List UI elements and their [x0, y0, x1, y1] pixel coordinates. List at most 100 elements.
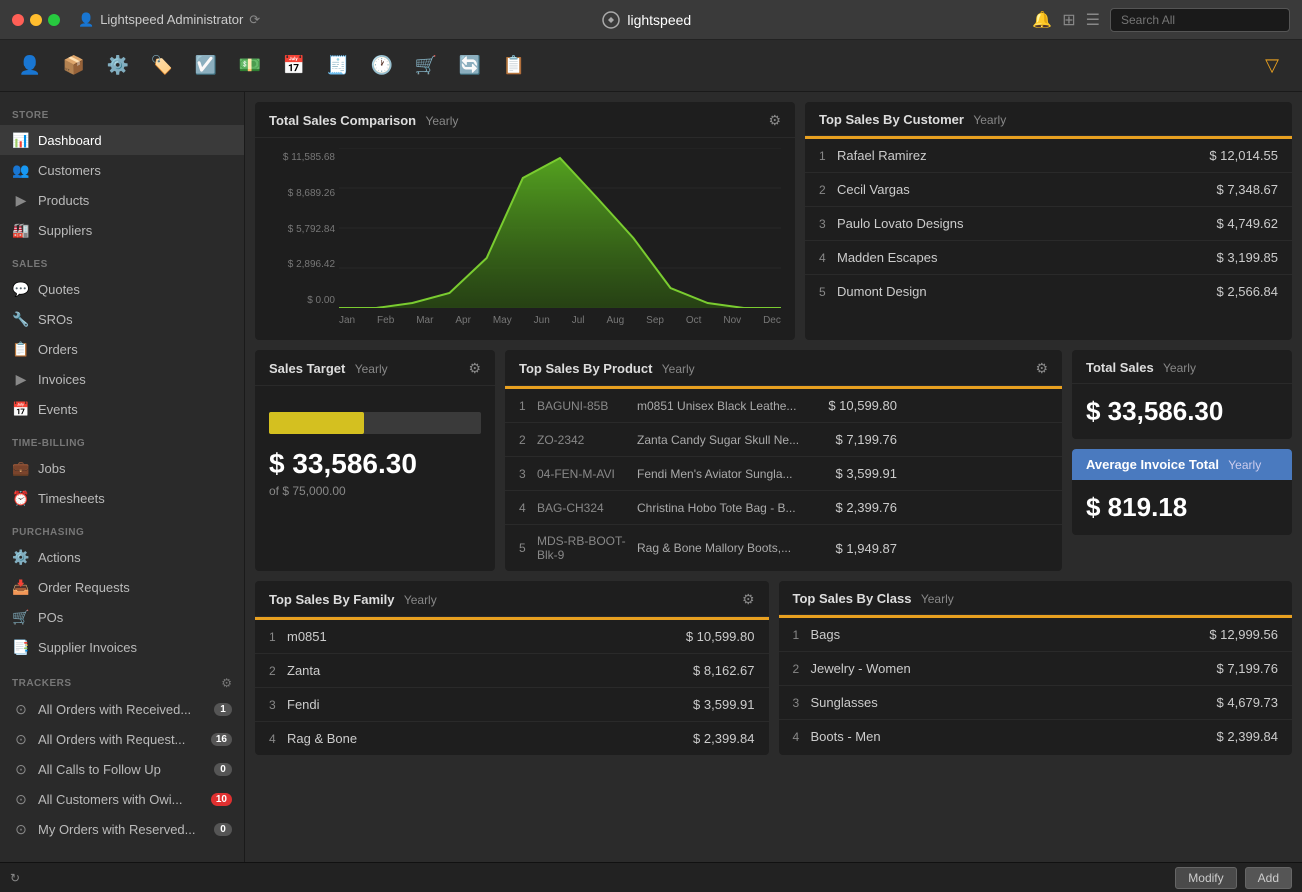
purchasing-section: PURCHASING ⚙️ Actions 📥 Order Requests 🛒…: [0, 519, 244, 662]
f-rank-4: 4: [269, 732, 287, 746]
sidebar-item-invoices[interactable]: ▶ Invoices: [0, 364, 244, 394]
titlebar-user: 👤 Lightspeed Administrator ⟳: [78, 12, 260, 28]
customer-value-2: $ 7,348.67: [1198, 182, 1278, 197]
p-sku-1: BAGUNI-85B: [537, 399, 637, 413]
sidebar-item-actions[interactable]: ⚙️ Actions: [0, 542, 244, 572]
sidebar-item-products[interactable]: ▶ Products: [0, 185, 244, 215]
tracker-circle-icon-3: ⊙: [12, 760, 30, 778]
toolbar-dollar-icon[interactable]: 💵: [230, 46, 270, 86]
top-sales-product-title-group: Top Sales By Product Yearly: [519, 361, 695, 376]
table-row: 3 04-FEN-M-AVI Fendi Men's Aviator Sungl…: [505, 457, 1062, 491]
progress-container: [269, 412, 481, 434]
p-sku-3: 04-FEN-M-AVI: [537, 467, 637, 481]
trackers-gear-icon[interactable]: ⚙: [221, 676, 232, 690]
toolbar-doc-icon[interactable]: 📋: [494, 46, 534, 86]
top-sales-family-period: Yearly: [404, 593, 437, 607]
user-refresh-icon[interactable]: ⟳: [249, 12, 260, 28]
toolbar-calendar-icon[interactable]: 📅: [274, 46, 314, 86]
customer-value-3: $ 4,749.62: [1198, 216, 1278, 231]
sidebar-item-events[interactable]: 📅 Events: [0, 394, 244, 424]
sidebar-label-dashboard: Dashboard: [38, 133, 232, 148]
tracker-circle-icon-5: ⊙: [12, 820, 30, 838]
sales-target-period: Yearly: [355, 362, 388, 376]
sidebar-label-events: Events: [38, 402, 232, 417]
sidebar-item-pos[interactable]: 🛒 POs: [0, 602, 244, 632]
toolbar-filter-icon[interactable]: ▽: [1252, 46, 1292, 86]
close-button[interactable]: [12, 14, 24, 26]
sidebar-item-all-orders-request[interactable]: ⊙ All Orders with Request... 16: [0, 724, 244, 754]
minimize-button[interactable]: [30, 14, 42, 26]
sidebar-item-all-orders-received[interactable]: ⊙ All Orders with Received... 1: [0, 694, 244, 724]
p-rank-2: 2: [519, 433, 537, 447]
f-rank-3: 3: [269, 698, 287, 712]
toolbar-person-icon[interactable]: 👤: [10, 46, 50, 86]
add-button[interactable]: Add: [1245, 867, 1292, 889]
sidebar-item-sros[interactable]: 🔧 SROs: [0, 304, 244, 334]
x-label-jan: Jan: [339, 315, 355, 326]
sidebar-item-order-requests[interactable]: 📥 Order Requests: [0, 572, 244, 602]
toolbar-receipt-icon[interactable]: 🧾: [318, 46, 358, 86]
sidebar-item-customers[interactable]: 👥 Customers: [0, 155, 244, 185]
f-name-1: m0851: [287, 629, 686, 644]
p-desc-3: Fendi Men's Aviator Sungla...: [637, 467, 817, 481]
scroll-refresh-icon[interactable]: ↻: [10, 871, 20, 885]
bell-icon[interactable]: 🔔: [1032, 10, 1052, 30]
sidebar-label-products: Products: [38, 193, 232, 208]
x-label-may: May: [493, 315, 512, 326]
top-sales-family-title-group: Top Sales By Family Yearly: [269, 592, 437, 607]
sidebar-label-supplier-invoices: Supplier Invoices: [38, 640, 232, 655]
tracker-badge-5: 0: [214, 823, 232, 836]
menu-icon[interactable]: ☰: [1086, 10, 1100, 30]
tracker-circle-icon-4: ⊙: [12, 790, 30, 808]
modify-button[interactable]: Modify: [1175, 867, 1236, 889]
sidebar-item-my-orders-reserved[interactable]: ⊙ My Orders with Reserved... 0: [0, 814, 244, 844]
timesheets-icon: ⏰: [12, 489, 30, 507]
time-billing-label: TIME-BILLING: [0, 430, 244, 453]
top-sales-family-gear[interactable]: ⚙: [742, 591, 755, 608]
sidebar-item-jobs[interactable]: 💼 Jobs: [0, 453, 244, 483]
dashboard-icon: 📊: [12, 131, 30, 149]
sales-target-gear[interactable]: ⚙: [468, 360, 481, 377]
titlebar: 👤 Lightspeed Administrator ⟳ lightspeed …: [0, 0, 1302, 40]
toolbar-check-icon[interactable]: ☑️: [186, 46, 226, 86]
chart-x-labels: Jan Feb Mar Apr May Jun Jul Aug Sep Oct: [339, 315, 781, 326]
sidebar-item-suppliers[interactable]: 🏭 Suppliers: [0, 215, 244, 245]
grid-icon[interactable]: ⊞: [1062, 10, 1075, 30]
tracker-badge-4: 10: [211, 793, 232, 806]
chart-y-labels: $ 11,585.68 $ 8,689.26 $ 5,792.84 $ 2,89…: [269, 148, 339, 326]
x-label-mar: Mar: [416, 315, 433, 326]
sidebar-item-dashboard[interactable]: 📊 Dashboard: [0, 125, 244, 155]
total-sales-comparison-gear[interactable]: ⚙: [768, 112, 781, 129]
toolbar-gear-icon[interactable]: ⚙️: [98, 46, 138, 86]
f-name-2: Zanta: [287, 663, 693, 678]
sidebar-item-orders[interactable]: 📋 Orders: [0, 334, 244, 364]
customer-name-5: Dumont Design: [837, 284, 1198, 299]
c-value-2: $ 7,199.76: [1217, 661, 1278, 676]
top-sales-customer-widget: Top Sales By Customer Yearly 1 Rafael Ra…: [805, 102, 1292, 340]
y-label-4: $ 2,896.42: [269, 259, 335, 270]
tracker-badge-1: 1: [214, 703, 232, 716]
time-billing-section: TIME-BILLING 💼 Jobs ⏰ Timesheets: [0, 430, 244, 513]
toolbar-cart-icon[interactable]: 🛒: [406, 46, 446, 86]
toolbar-swap-icon[interactable]: 🔄: [450, 46, 490, 86]
toolbar-box-icon[interactable]: 📦: [54, 46, 94, 86]
bottom-bar: ↻ Modify Add: [0, 862, 1302, 892]
sidebar-item-timesheets[interactable]: ⏰ Timesheets: [0, 483, 244, 513]
top-sales-product-gear[interactable]: ⚙: [1035, 360, 1048, 377]
search-input[interactable]: [1110, 8, 1290, 32]
table-row: 1 Rafael Ramirez $ 12,014.55: [805, 139, 1292, 173]
total-sales-value: $ 33,586.30: [1072, 384, 1292, 439]
sidebar-item-all-customers-owing[interactable]: ⊙ All Customers with Owi... 10: [0, 784, 244, 814]
sidebar-item-supplier-invoices[interactable]: 📑 Supplier Invoices: [0, 632, 244, 662]
table-row: 4 Madden Escapes $ 3,199.85: [805, 241, 1292, 275]
right-stack: Total Sales Yearly $ 33,586.30 Average I…: [1072, 350, 1292, 571]
rank-2: 2: [819, 183, 837, 197]
sidebar-item-all-calls-follow[interactable]: ⊙ All Calls to Follow Up 0: [0, 754, 244, 784]
toolbar-clock-icon[interactable]: 🕐: [362, 46, 402, 86]
maximize-button[interactable]: [48, 14, 60, 26]
p-value-1: $ 10,599.80: [817, 398, 897, 413]
table-row: 1 BAGUNI-85B m0851 Unisex Black Leathe..…: [505, 389, 1062, 423]
sidebar-item-quotes[interactable]: 💬 Quotes: [0, 274, 244, 304]
toolbar-tag-icon[interactable]: 🏷️: [142, 46, 182, 86]
sros-icon: 🔧: [12, 310, 30, 328]
